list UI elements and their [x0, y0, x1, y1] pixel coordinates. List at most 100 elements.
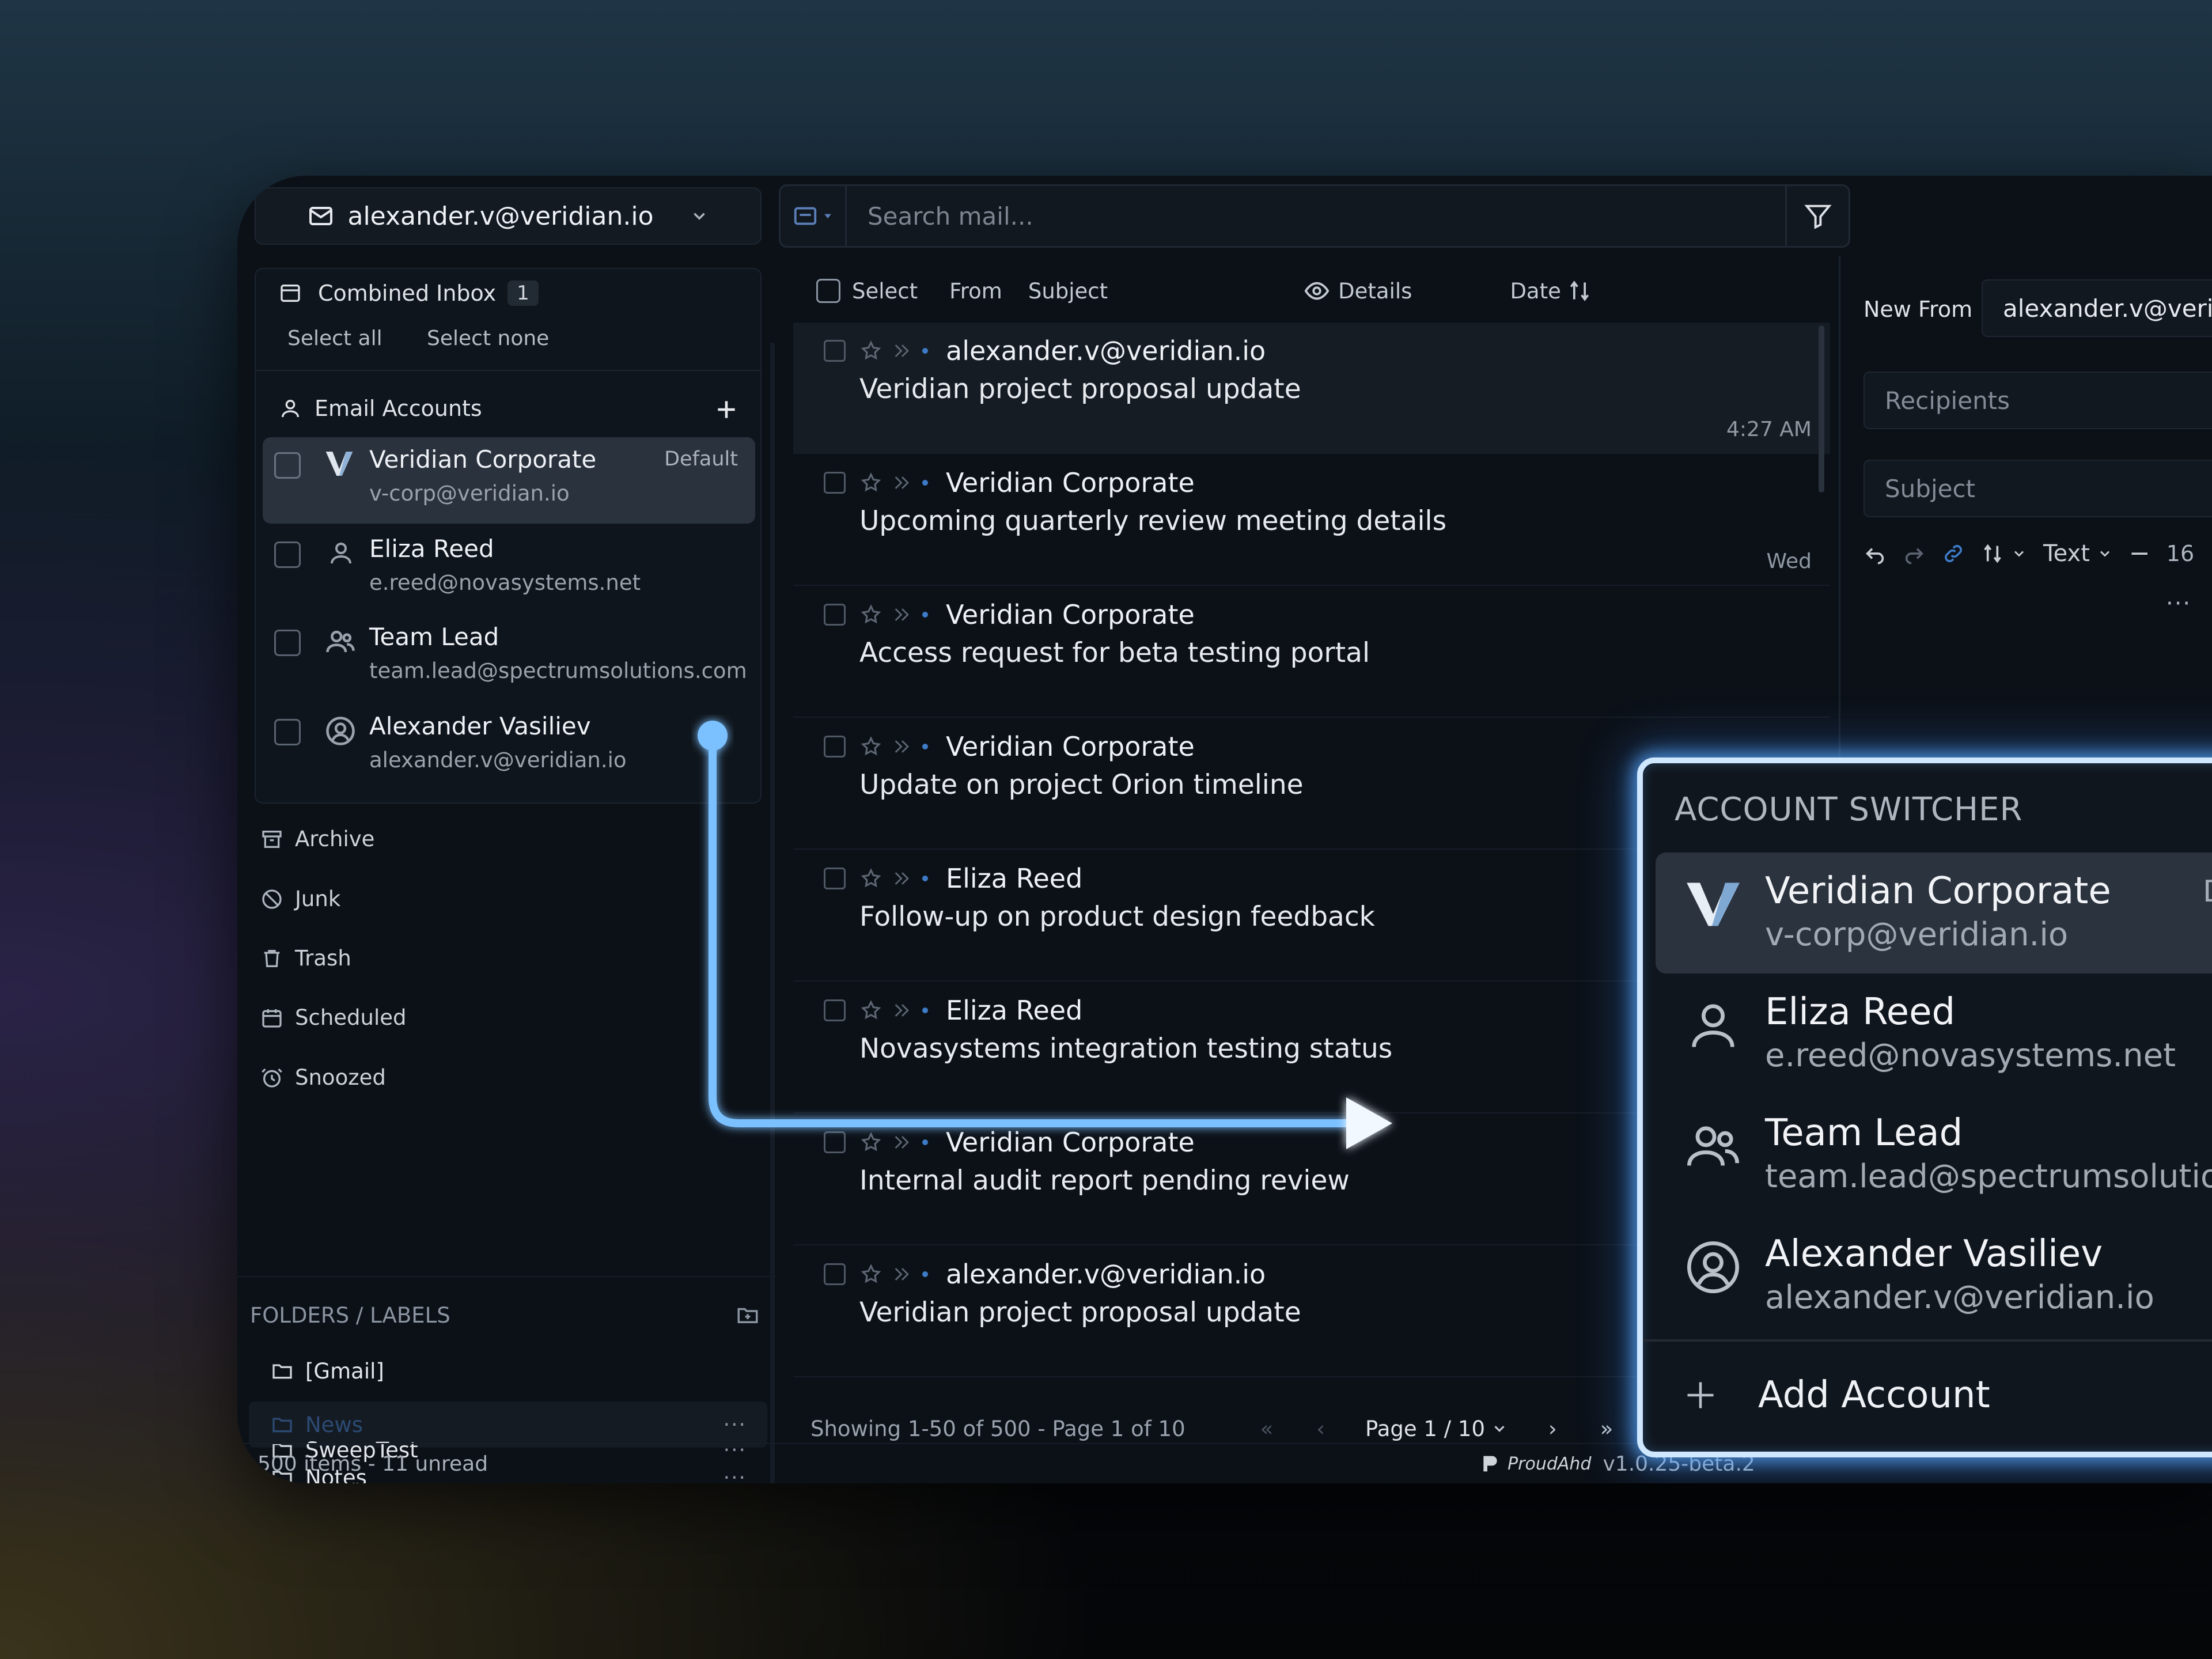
- select-column[interactable]: Select: [852, 279, 918, 304]
- filter-icon: [1803, 201, 1833, 231]
- new-folder-icon[interactable]: [736, 1303, 760, 1327]
- decrease-font-button[interactable]: −: [2129, 539, 2150, 568]
- date-column[interactable]: Date: [1510, 279, 1560, 304]
- account-checkbox[interactable]: [274, 541, 301, 568]
- account-checkbox[interactable]: [274, 630, 301, 656]
- sidebar: Combined Inbox 1 Select all Select none …: [237, 256, 776, 1483]
- line-height-icon[interactable]: [1981, 542, 2004, 565]
- message-checkbox[interactable]: [824, 868, 846, 889]
- nav-junk[interactable]: Junk: [260, 887, 340, 911]
- account-checkbox[interactable]: [274, 452, 301, 479]
- switcher-account-email: team.lead@spectrumsolutions.com: [1765, 1158, 2212, 1195]
- importance-icon[interactable]: [892, 737, 912, 756]
- switcher-item-veridian-corporate[interactable]: Veridian Corporate v-corp@veridian.io De…: [1656, 853, 2212, 974]
- message-checkbox[interactable]: [824, 1131, 846, 1153]
- subject-field[interactable]: Subject: [1863, 460, 2212, 517]
- switcher-item-alexander-vasiliev[interactable]: Alexander Vasiliev alexander.v@veridian.…: [1656, 1215, 2212, 1336]
- veridian-logo-icon: [1684, 876, 1742, 933]
- switcher-item-team-lead[interactable]: Team Lead team.lead@spectrumsolutions.co…: [1656, 1094, 2212, 1215]
- details-toggle[interactable]: Details: [1338, 279, 1412, 304]
- account-name: Alexander Vasiliev: [369, 712, 591, 740]
- account-item-alexander-vasiliev[interactable]: Alexander Vasiliev alexander.v@veridian.…: [263, 704, 755, 790]
- star-icon[interactable]: [860, 604, 882, 626]
- message-subject: Novasystems integration testing status: [859, 1033, 1393, 1065]
- account-item-veridian-corporate[interactable]: Veridian Corporate v-corp@veridian.io De…: [263, 437, 755, 524]
- folder-gmail[interactable]: [Gmail]: [249, 1348, 767, 1394]
- add-account-button[interactable]: Add Account: [1683, 1374, 1990, 1416]
- nav-label: Junk: [295, 887, 341, 911]
- item-count-text: 500 items - 11 unread: [257, 1452, 488, 1476]
- select-none-link[interactable]: Select none: [427, 327, 549, 350]
- importance-icon[interactable]: [892, 1264, 912, 1284]
- message-date: Wed: [1766, 550, 1812, 573]
- first-page-icon[interactable]: «: [1260, 1416, 1274, 1441]
- star-icon[interactable]: [860, 340, 882, 362]
- prev-page-icon[interactable]: ‹: [1316, 1416, 1325, 1441]
- last-page-icon[interactable]: »: [1600, 1416, 1613, 1441]
- message-from: alexander.v@veridian.io: [946, 1259, 1266, 1290]
- switcher-item-eliza-reed[interactable]: Eliza Reed e.reed@novasystems.net: [1656, 974, 2212, 1094]
- new-from-select[interactable]: alexander.v@veridian.io: [1982, 279, 2212, 337]
- importance-icon[interactable]: [892, 869, 912, 888]
- message-row[interactable]: alexander.v@veridian.io Veridian project …: [793, 323, 1830, 454]
- text-style-select[interactable]: Text: [2043, 540, 2090, 567]
- font-size-value[interactable]: 16: [2166, 541, 2194, 566]
- message-checkbox[interactable]: [824, 736, 846, 757]
- account-selector[interactable]: alexander.v@veridian.io: [255, 187, 762, 245]
- sidebar-resizer[interactable]: [770, 343, 775, 1483]
- from-column[interactable]: From: [949, 279, 1002, 304]
- recipients-field[interactable]: Recipients: [1863, 372, 2212, 429]
- star-icon[interactable]: [860, 736, 882, 757]
- nav-trash[interactable]: Trash: [260, 946, 351, 971]
- filter-button[interactable]: [1785, 186, 1849, 246]
- next-page-icon[interactable]: ›: [1548, 1416, 1557, 1441]
- nav-scheduled[interactable]: Scheduled: [260, 1005, 407, 1030]
- more-tools-icon[interactable]: ···: [2166, 590, 2191, 617]
- message-checkbox[interactable]: [824, 999, 846, 1021]
- select-all-checkbox[interactable]: [816, 279, 840, 303]
- message-checkbox[interactable]: [824, 1263, 846, 1285]
- link-icon[interactable]: [1942, 542, 1965, 565]
- importance-icon[interactable]: [892, 341, 912, 361]
- account-checkbox[interactable]: [274, 719, 301, 745]
- nav-snoozed[interactable]: Snoozed: [260, 1065, 386, 1090]
- combined-inbox-row[interactable]: Combined Inbox 1: [279, 281, 539, 306]
- subject-column[interactable]: Subject: [1028, 279, 1108, 304]
- showing-text: Showing 1-50 of 500 - Page 1 of 10: [810, 1416, 1185, 1441]
- star-icon[interactable]: [860, 472, 882, 494]
- message-checkbox[interactable]: [824, 472, 846, 494]
- search-scope-button[interactable]: [781, 186, 847, 246]
- sort-icon[interactable]: [1567, 278, 1592, 304]
- account-item-eliza-reed[interactable]: Eliza Reed e.reed@novasystems.net: [263, 527, 755, 613]
- plus-icon: [1683, 1378, 1718, 1412]
- add-account-plus-icon[interactable]: [714, 397, 739, 422]
- message-from: Eliza Reed: [946, 995, 1083, 1026]
- nav-archive[interactable]: Archive: [260, 827, 374, 851]
- star-icon[interactable]: [860, 999, 882, 1021]
- importance-icon[interactable]: [892, 1001, 912, 1020]
- star-icon[interactable]: [860, 1131, 882, 1153]
- message-checkbox[interactable]: [824, 340, 846, 362]
- star-icon[interactable]: [860, 868, 882, 889]
- group-icon: [325, 626, 356, 657]
- message-checkbox[interactable]: [824, 604, 846, 626]
- star-icon[interactable]: [860, 1263, 882, 1285]
- select-all-link[interactable]: Select all: [287, 327, 382, 350]
- importance-icon[interactable]: [892, 605, 912, 624]
- undo-icon[interactable]: [1863, 542, 1887, 565]
- message-row[interactable]: Veridian Corporate Upcoming quarterly rev…: [793, 454, 1830, 586]
- redo-icon[interactable]: [1903, 542, 1926, 565]
- folders-header: FOLDERS / LABELS: [250, 1303, 450, 1328]
- list-scrollbar[interactable]: [1819, 325, 1824, 493]
- message-subject: Veridian project proposal update: [859, 373, 1301, 405]
- importance-icon[interactable]: [892, 473, 912, 493]
- trash-icon: [260, 947, 283, 970]
- switcher-account-email: v-corp@veridian.io: [1765, 916, 2069, 953]
- chevron-down-icon[interactable]: [2011, 546, 2027, 562]
- message-row[interactable]: Veridian Corporate Access request for bet…: [793, 586, 1830, 718]
- search-input[interactable]: [847, 186, 1785, 246]
- page-select[interactable]: Page 1 / 10: [1365, 1416, 1485, 1441]
- importance-icon[interactable]: [892, 1132, 912, 1152]
- account-item-team-lead[interactable]: Team Lead team.lead@spectrumsolutions.co…: [263, 615, 755, 701]
- chevron-down-icon[interactable]: [2097, 546, 2113, 562]
